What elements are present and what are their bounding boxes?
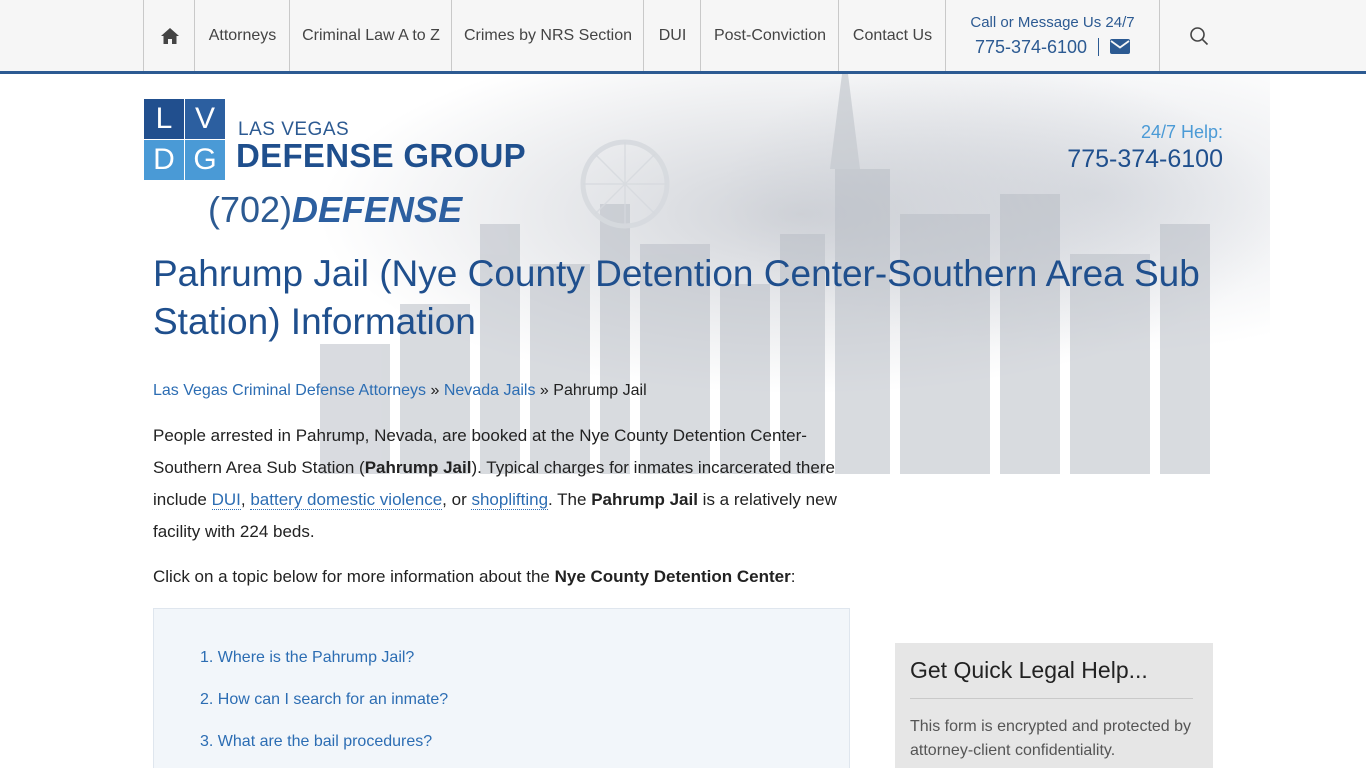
sidebox-text: This form is encrypted and protected by … xyxy=(910,718,1192,759)
intro-bold: Pahrump Jail xyxy=(364,458,472,477)
nav-call-block[interactable]: Call or Message Us 24/7 775-374-6100 xyxy=(945,0,1160,71)
topics-intro-text: : xyxy=(790,567,796,586)
logo-phone-prefix: (702) xyxy=(208,189,293,230)
intro-bold: Pahrump Jail xyxy=(591,490,698,509)
home-icon xyxy=(160,27,179,44)
logo-monogram: L V D G xyxy=(144,99,226,181)
link-battery-domestic-violence[interactable]: battery domestic violence xyxy=(250,490,443,510)
call-label: Call or Message Us 24/7 xyxy=(970,13,1135,31)
breadcrumb-separator: » xyxy=(539,382,549,399)
nav-dui[interactable]: DUI xyxy=(643,0,701,71)
page-title: Pahrump Jail (Nye County Detention Cente… xyxy=(153,253,1200,342)
nav-criminal-law-a-to-z[interactable]: Criminal Law A to Z xyxy=(289,0,452,71)
sidebox-divider xyxy=(910,698,1193,699)
help-phone-link[interactable]: 775-374-6100 xyxy=(1067,145,1223,174)
site-logo[interactable]: L V D G LAS VEGAS DEFENSE GROUP (702)DEF… xyxy=(144,99,526,231)
toc-item[interactable]: 3. What are the bail procedures? xyxy=(200,733,432,751)
logo-phone: (702)DEFENSE xyxy=(208,189,462,231)
top-navigation: Attorneys Criminal Law A to Z Crimes by … xyxy=(0,0,1366,74)
logo-phone-word: DEFENSE xyxy=(292,189,463,230)
intro-paragraph: People arrested in Pahrump, Nevada, are … xyxy=(153,420,853,548)
quick-legal-help-box: Get Quick Legal Help... This form is enc… xyxy=(895,643,1213,768)
help-contact: 24/7 Help: 775-374-6100 xyxy=(1067,122,1223,174)
sidebox-title: Get Quick Legal Help... xyxy=(910,657,1148,683)
help-label: 24/7 Help: xyxy=(1140,122,1223,142)
intro-text: . The xyxy=(548,490,592,509)
topics-intro-bold: Nye County Detention Center xyxy=(554,567,791,586)
breadcrumb-link-nevada-jails[interactable]: Nevada Jails xyxy=(444,382,536,399)
call-divider xyxy=(1098,37,1100,56)
intro-text: , or xyxy=(442,490,472,509)
call-row: 775-374-6100 xyxy=(975,36,1131,58)
toc-item[interactable]: 2. How can I search for an inmate? xyxy=(200,691,448,709)
nav-contact-us[interactable]: Contact Us xyxy=(838,0,946,71)
breadcrumb-separator: » xyxy=(430,382,440,399)
nav-home[interactable] xyxy=(143,0,195,71)
logo-letter: L xyxy=(144,99,184,139)
logo-title: DEFENSE GROUP xyxy=(236,137,526,174)
link-shoplifting[interactable]: shoplifting xyxy=(471,490,549,510)
link-dui[interactable]: DUI xyxy=(211,490,241,510)
envelope-icon[interactable] xyxy=(1110,39,1131,54)
topics-intro: Click on a topic below for more informat… xyxy=(153,563,795,591)
breadcrumb-current: Pahrump Jail xyxy=(553,382,647,399)
toc-item[interactable]: 1. Where is the Pahrump Jail? xyxy=(200,649,414,667)
nav-crimes-by-nrs-section[interactable]: Crimes by NRS Section xyxy=(451,0,644,71)
breadcrumb-link-home[interactable]: Las Vegas Criminal Defense Attorneys xyxy=(153,382,426,399)
nav-search-button[interactable] xyxy=(1173,0,1225,71)
nav-attorneys[interactable]: Attorneys xyxy=(194,0,290,71)
search-icon xyxy=(1190,26,1209,45)
breadcrumb: Las Vegas Criminal Defense Attorneys » N… xyxy=(153,382,647,400)
intro-text: , xyxy=(240,490,251,509)
logo-letter: G xyxy=(185,140,225,180)
topics-intro-text: Click on a topic below for more informat… xyxy=(153,567,555,586)
logo-letter: D xyxy=(144,140,184,180)
table-of-contents: 1. Where is the Pahrump Jail? 2. How can… xyxy=(153,608,850,768)
call-phone-link[interactable]: 775-374-6100 xyxy=(975,36,1087,58)
nav-post-conviction[interactable]: Post-Conviction xyxy=(700,0,839,71)
logo-letter: V xyxy=(185,99,225,139)
